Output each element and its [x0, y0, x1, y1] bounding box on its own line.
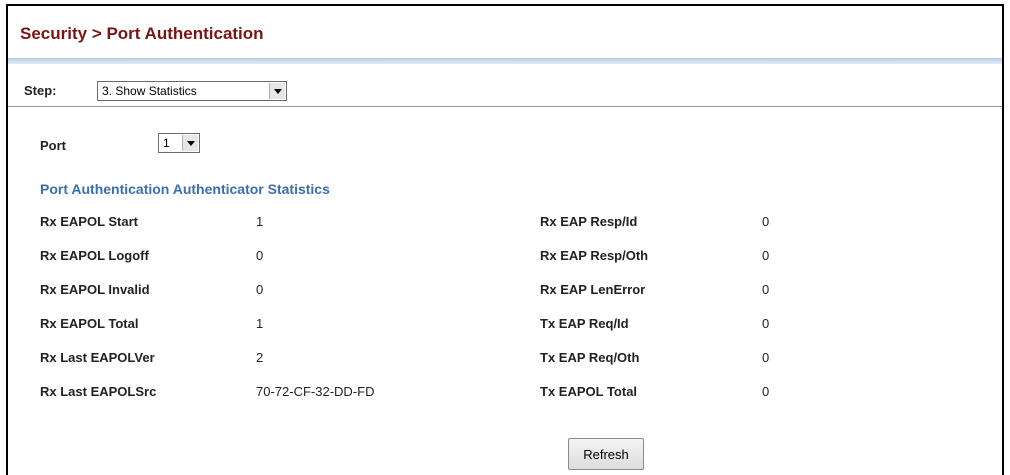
- stat-value: 1: [256, 214, 264, 229]
- port-select[interactable]: 1: [158, 133, 200, 153]
- stat-value: 0: [256, 282, 264, 297]
- page-title: Security > Port Authentication: [20, 24, 264, 43]
- stat-label: Rx EAP Resp/Id: [540, 214, 638, 229]
- stat-value: 0: [762, 316, 770, 331]
- stat-label: Tx EAP Req/Id: [540, 316, 629, 331]
- stat-value: 1: [256, 316, 264, 331]
- refresh-button[interactable]: Refresh: [568, 438, 644, 470]
- stat-label: Rx EAP LenError: [540, 282, 646, 297]
- stat-label: Tx EAP Req/Oth: [540, 350, 640, 365]
- chevron-down-icon[interactable]: [269, 83, 285, 99]
- step-select-value: 3. Show Statistics: [102, 84, 197, 98]
- divider: [8, 106, 1002, 107]
- stat-value: 0: [762, 214, 770, 229]
- port-label: Port: [40, 138, 66, 153]
- port-select-value: 1: [163, 136, 170, 150]
- title-bar: Security > Port Authentication: [8, 6, 1002, 58]
- stat-label: Tx EAPOL Total: [540, 384, 638, 399]
- stat-value: 70-72-CF-32-DD-FD: [256, 384, 375, 399]
- page-frame: Security > Port Authentication Step: 3. …: [6, 4, 1004, 475]
- stat-label: Rx EAPOL Logoff: [40, 248, 149, 263]
- stat-label: Rx Last EAPOLVer: [40, 350, 155, 365]
- stat-value: 0: [762, 248, 770, 263]
- section-title: Port Authentication Authenticator Statis…: [40, 181, 330, 197]
- step-label: Step:: [24, 83, 57, 98]
- stat-label: Rx Last EAPOLSrc: [40, 384, 157, 399]
- stat-label: Rx EAP Resp/Oth: [540, 248, 649, 263]
- step-row: Step: 3. Show Statistics: [8, 64, 1002, 106]
- stat-label: Rx EAPOL Total: [40, 316, 139, 331]
- stat-label: Rx EAPOL Start: [40, 214, 139, 229]
- stat-value: 0: [762, 282, 770, 297]
- chevron-down-icon[interactable]: [182, 135, 198, 151]
- stat-label: Rx EAPOL Invalid: [40, 282, 150, 297]
- stat-value: 0: [762, 350, 770, 365]
- stat-value: 2: [256, 350, 264, 365]
- stat-value: 0: [762, 384, 770, 399]
- stat-value: 0: [256, 248, 264, 263]
- step-select[interactable]: 3. Show Statistics: [97, 81, 287, 101]
